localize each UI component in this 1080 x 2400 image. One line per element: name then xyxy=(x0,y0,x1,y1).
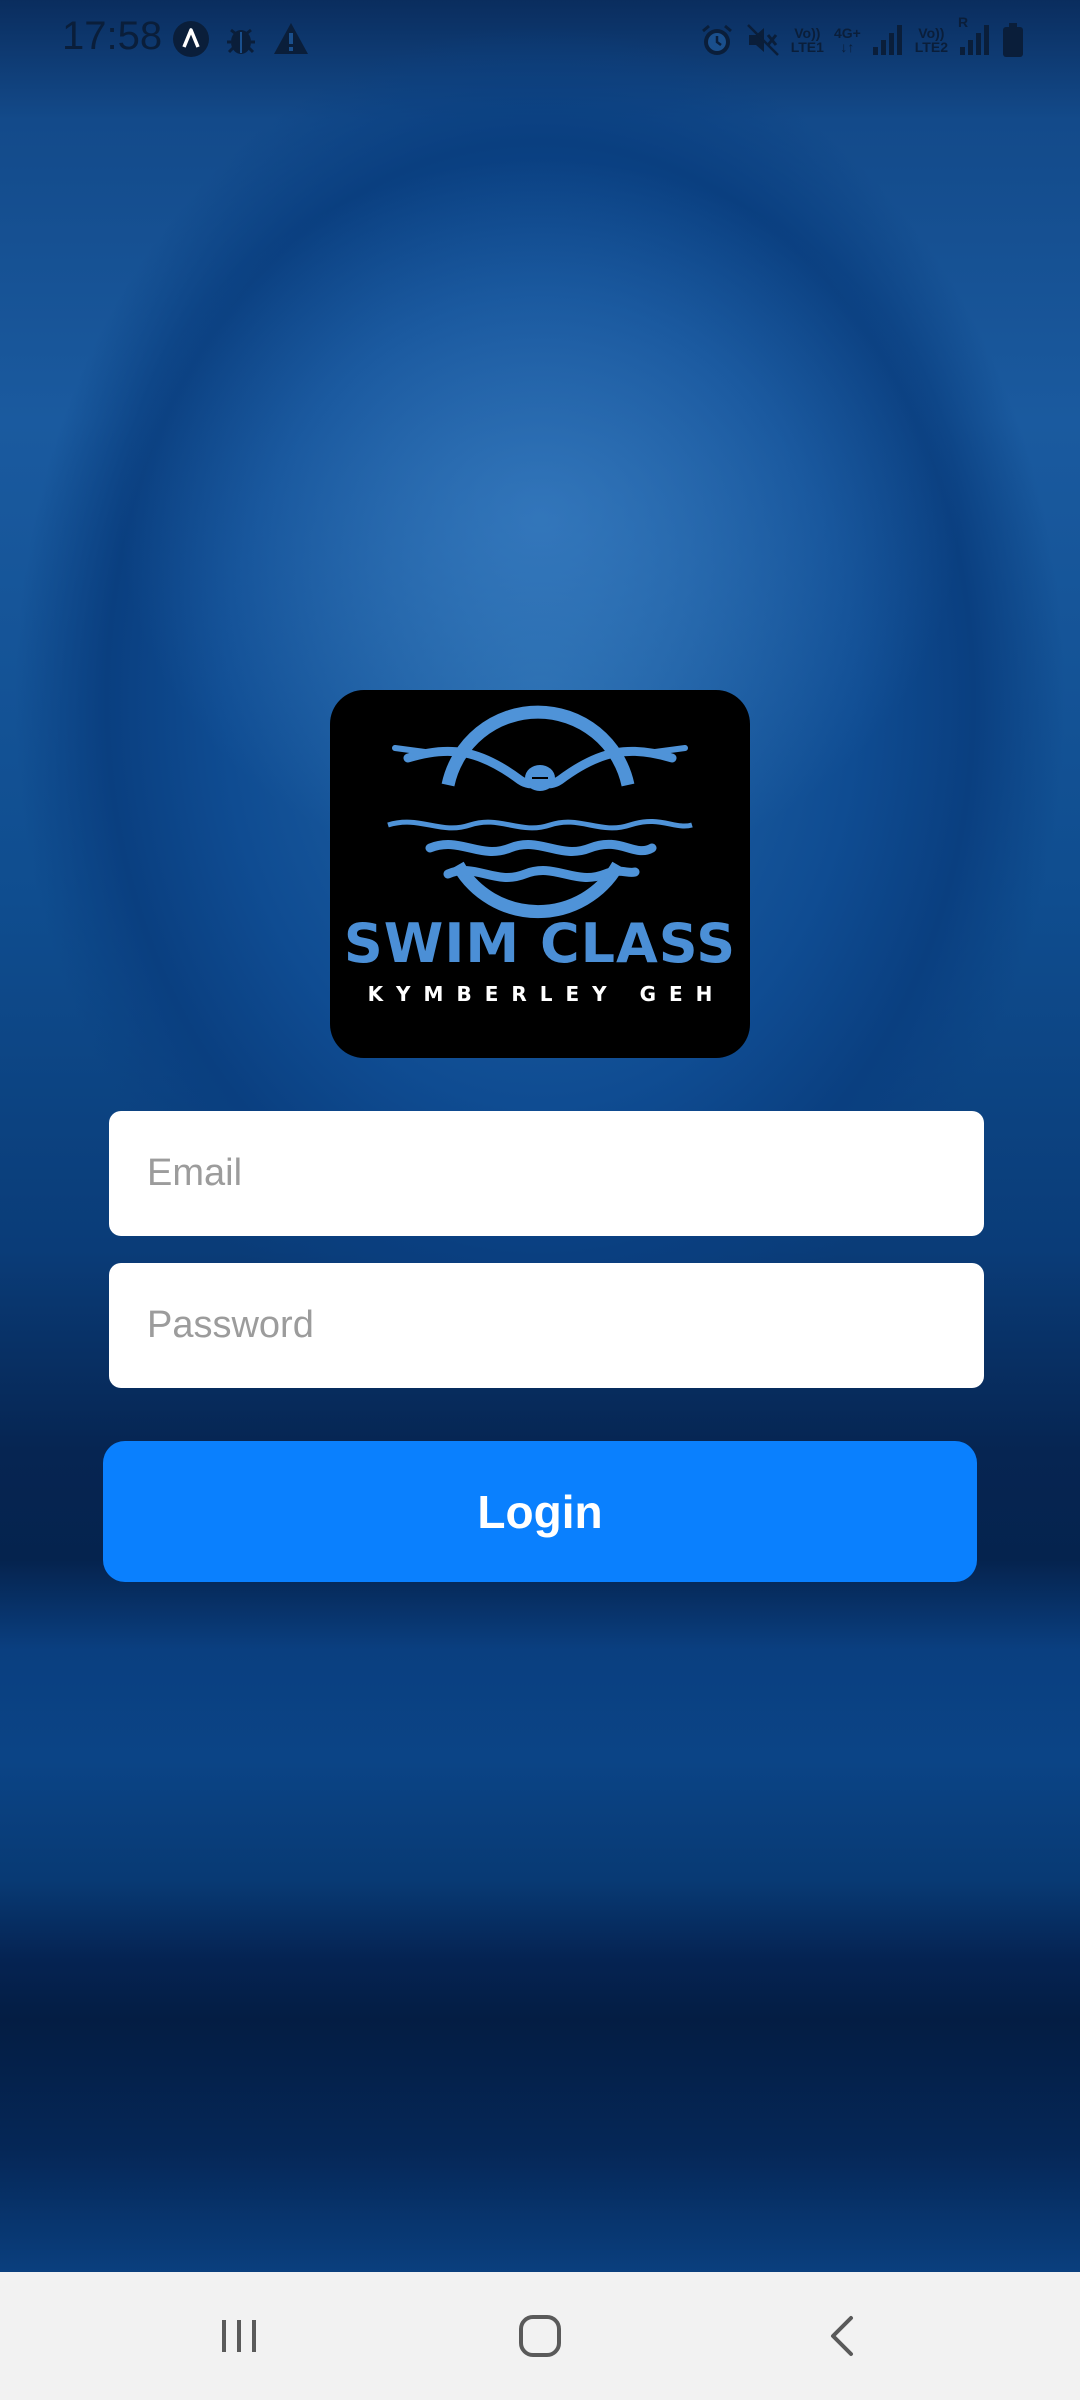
volte-label: Vo)) xyxy=(794,25,821,41)
data-arrows-icon: ↓↑ xyxy=(840,39,855,55)
back-button[interactable] xyxy=(803,2296,883,2376)
mute-icon xyxy=(746,24,779,56)
status-icons: Vo)) LTE1 4G+ ↓↑ Vo)) LTE2 R xyxy=(699,15,1024,62)
warning-icon xyxy=(274,23,308,54)
login-screen: 17:58 Vo)) LTE1 4G+ ↓↑ Vo)) LTE2 R SWIM … xyxy=(0,0,1080,2400)
4g-icon: 4G+ ↓↑ xyxy=(834,26,861,54)
recents-icon xyxy=(222,2320,256,2352)
recents-button[interactable] xyxy=(199,2296,279,2376)
status-time: 17:58 xyxy=(62,14,163,58)
alarm-icon xyxy=(701,24,732,55)
logo-subtitle: KYMBERLEY GEH xyxy=(367,982,726,1006)
battery-icon xyxy=(1003,23,1023,57)
login-button[interactable]: Login xyxy=(103,1441,977,1582)
volte-lte2-icon: Vo)) LTE2 xyxy=(915,26,948,54)
volte2-label: Vo)) xyxy=(918,25,945,41)
app-a-icon xyxy=(173,21,209,57)
4g-label: 4G+ xyxy=(833,25,861,41)
swim-class-logo: SWIM CLASS KYMBERLEY GEH xyxy=(330,690,750,1058)
back-icon xyxy=(831,2316,853,2356)
volte-lte1-icon: Vo)) LTE1 xyxy=(791,26,824,54)
password-field[interactable] xyxy=(109,1263,984,1388)
email-field[interactable] xyxy=(109,1111,984,1236)
signal-2-icon: R xyxy=(958,15,992,57)
status-bar: 17:58 Vo)) LTE1 4G+ ↓↑ Vo)) LTE2 R xyxy=(0,0,1080,80)
home-icon xyxy=(519,2315,561,2357)
home-button[interactable] xyxy=(500,2296,580,2376)
bug-icon xyxy=(227,28,255,54)
navigation-bar xyxy=(0,2272,1080,2400)
swimmer-emblem-icon xyxy=(387,705,693,918)
roaming-label: R xyxy=(958,14,969,30)
logo-title: SWIM CLASS xyxy=(343,912,737,975)
lte2-label: LTE2 xyxy=(914,39,948,55)
lte1-label: LTE1 xyxy=(790,39,824,55)
signal-1-icon xyxy=(872,25,902,55)
